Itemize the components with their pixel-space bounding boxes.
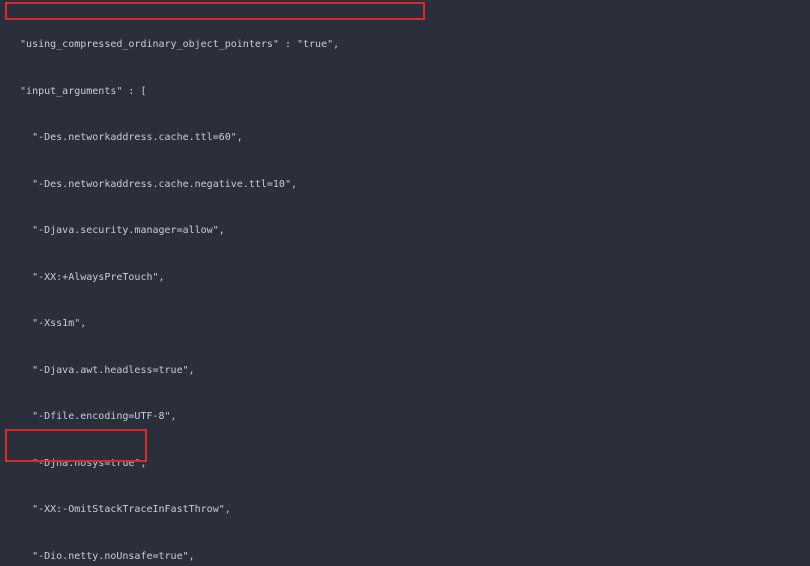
code-line: "-XX:+AlwaysPreTouch", (8, 270, 802, 286)
code-block: "using_compressed_ordinary_object_pointe… (0, 0, 810, 566)
code-line: "-Xss1m", (8, 316, 802, 332)
code-line: "-Djava.security.manager=allow", (8, 223, 802, 239)
annotation-highlight-compressed-oops (5, 2, 425, 20)
code-line: "using_compressed_ordinary_object_pointe… (8, 37, 802, 53)
code-line: "-Des.networkaddress.cache.negative.ttl=… (8, 177, 802, 193)
code-line: "-XX:-OmitStackTraceInFastThrow", (8, 502, 802, 518)
code-line: "-Dio.netty.noUnsafe=true", (8, 549, 802, 565)
code-line: "-Dfile.encoding=UTF-8", (8, 409, 802, 425)
code-line: "-Djna.nosys=true", (8, 456, 802, 472)
code-line: "input_arguments" : [ (8, 84, 802, 100)
code-line: "-Djava.awt.headless=true", (8, 363, 802, 379)
code-line: "-Des.networkaddress.cache.ttl=60", (8, 130, 802, 146)
